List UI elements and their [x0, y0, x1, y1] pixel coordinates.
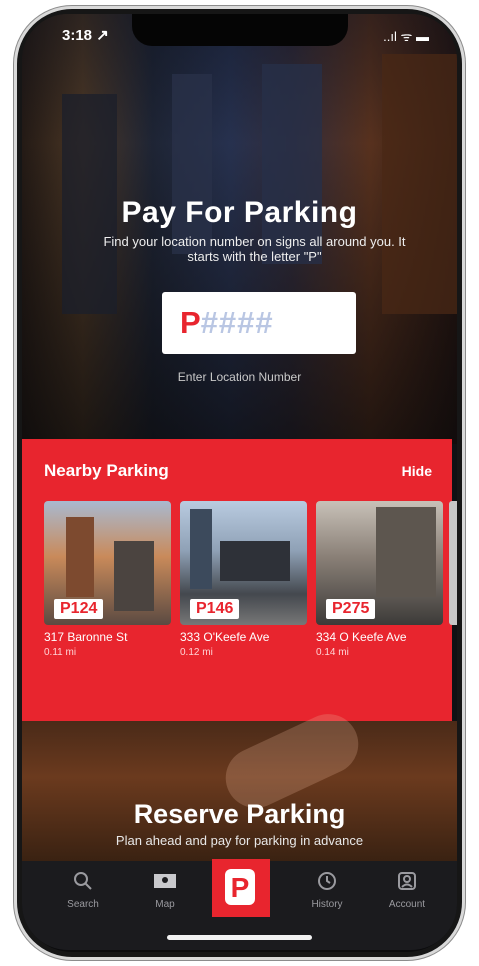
history-icon [292, 871, 362, 895]
location-placeholder: #### [200, 305, 274, 340]
tab-label: Map [155, 899, 175, 910]
lot-address: 317 Baronne St [44, 630, 128, 644]
tab-pay-parking[interactable]: P [212, 859, 270, 917]
page-title: Pay For Parking [121, 196, 358, 229]
parking-card[interactable]: P146 333 O'Keefe Ave 0.12 mi [180, 501, 307, 658]
reserve-subtitle: Plan ahead and pay for parking in advanc… [115, 833, 364, 848]
notch [132, 14, 348, 46]
building-shape [66, 517, 94, 597]
lot-code-badge: P146 [190, 599, 240, 619]
tab-map[interactable]: Map [130, 871, 200, 910]
nearby-title: Nearby Parking [44, 461, 169, 480]
parking-card[interactable]: P124 317 Baronne St 0.11 mi [44, 501, 171, 658]
location-number-input[interactable]: P#### [162, 292, 356, 354]
tab-label: Search [67, 899, 99, 910]
next-card-peek[interactable] [449, 501, 457, 625]
status-time: 3:18 ↗ [62, 27, 109, 44]
tab-label: Account [388, 899, 426, 910]
tab-search[interactable]: Search [48, 871, 118, 910]
hide-button[interactable]: Hide [402, 463, 432, 479]
building-shape [190, 509, 212, 589]
account-icon [372, 871, 442, 895]
status-icons: ..ıl ᯤ ▬ [383, 29, 429, 44]
building-shape [114, 541, 154, 611]
building-shape [376, 507, 436, 597]
hero-background: 3:18 ↗ ..ıl ᯤ ▬ Pay For Parking Find you… [22, 14, 457, 444]
parking-photo: P275 [316, 501, 443, 625]
location-input-label: Enter Location Number [177, 370, 302, 384]
building-silhouette [382, 54, 457, 314]
parking-card[interactable]: P275 334 O Keefe Ave 0.14 mi [316, 501, 443, 658]
tab-account[interactable]: Account [372, 871, 442, 910]
lot-distance: 0.14 mi [316, 647, 349, 658]
hero-subtitle: Find your location number on signs all a… [103, 234, 406, 264]
lot-code-badge: P124 [54, 599, 104, 619]
home-indicator [167, 935, 312, 940]
reserve-parking-banner[interactable]: Reserve Parking Plan ahead and pay for p… [22, 704, 457, 861]
search-icon [48, 871, 118, 895]
reserve-title: Reserve Parking [133, 799, 346, 829]
building-shape [220, 541, 290, 581]
lot-address: 333 O'Keefe Ave [180, 630, 270, 644]
lot-distance: 0.12 mi [180, 647, 213, 658]
tab-label: History [311, 899, 343, 910]
lot-distance: 0.11 mi [44, 647, 77, 658]
location-prefix: P [180, 305, 201, 340]
nearby-parking-panel: Nearby Parking Hide P124 317 Baronne St … [22, 439, 457, 721]
lot-code-badge: P275 [326, 599, 376, 619]
lot-address: 334 O Keefe Ave [316, 630, 407, 644]
tab-history[interactable]: History [292, 871, 362, 910]
parking-photo: P146 [180, 501, 307, 625]
parking-logo-icon: P [225, 869, 255, 905]
map-icon [130, 871, 200, 895]
parking-photo: P124 [44, 501, 171, 625]
app-screen: 3:18 ↗ ..ıl ᯤ ▬ Pay For Parking Find you… [22, 14, 457, 950]
